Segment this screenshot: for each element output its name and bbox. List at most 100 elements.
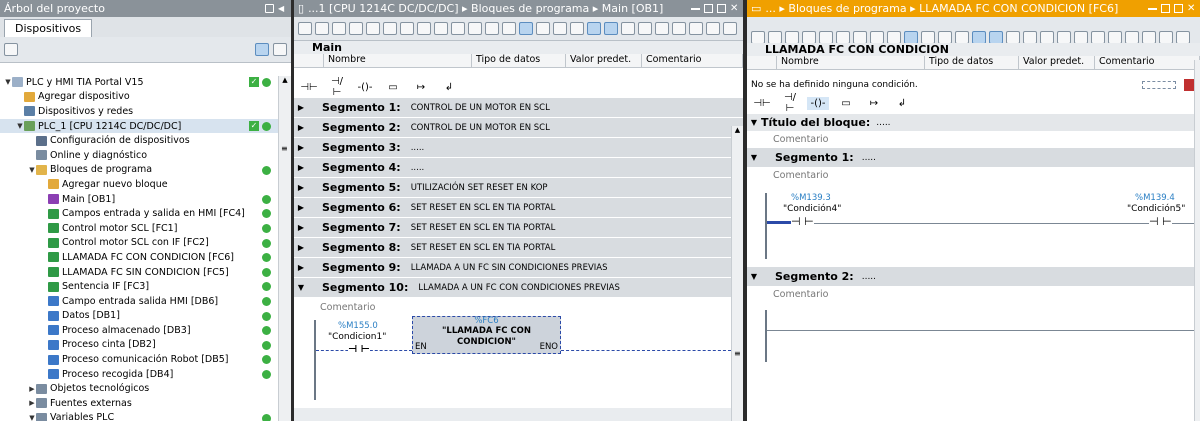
segment-header[interactable]: ▶ Segmento 2: CONTROL DE UN MOTOR EN SCL [294,118,743,138]
segment-header[interactable]: ▶ Segmento 5: UTILIZACIÓN SET RESET EN KOP [294,178,743,198]
segment-title[interactable]: SET RESET EN SCL EN TIA PORTAL [411,203,556,213]
table-view-icon[interactable] [255,43,269,56]
tree-item[interactable]: Main [OB1] [0,192,291,207]
export-icon[interactable] [273,43,287,56]
col-nombre[interactable]: Nombre [777,56,925,69]
toolbar-button-icon[interactable] [332,22,346,35]
tree-item[interactable]: Configuración de dispositivos [0,133,291,148]
toolbar-button-icon[interactable] [519,22,533,35]
collapse-icon[interactable]: ▼ [294,283,308,292]
block-comment[interactable]: Comentario [747,131,1200,148]
expand-toggle-icon[interactable]: ▼ [4,78,12,86]
tree-item[interactable]: ▶ Objetos tecnológicos [0,381,291,396]
tree-item[interactable]: Campo entrada salida HMI [DB6] [0,294,291,309]
contact-1-symbol-icon[interactable]: ⊣ ⊢ [791,215,814,228]
scroll-up-icon[interactable]: ▲ [279,76,291,84]
segment-header[interactable]: ▶ Segmento 7: SET RESET EN SCL EN TIA PORT… [294,218,743,238]
contact-1-name[interactable]: "Condición4" [783,204,841,214]
tree-item[interactable]: ▶ Fuentes externas [0,396,291,411]
block-title-value[interactable]: ..... [876,118,890,128]
toolbar-button-icon[interactable] [604,22,618,35]
coil-icon[interactable]: -()- [354,81,376,94]
contact-nc-icon[interactable]: ⊣/⊢ [326,75,348,99]
tree-item[interactable]: Campos entrada y salida en HMI [FC4] [0,206,291,221]
segment-header[interactable]: ▶ Segmento 6: SET RESET EN SCL EN TIA PORT… [294,198,743,218]
expand-icon[interactable]: ▶ [294,183,308,192]
float-icon[interactable] [704,4,713,13]
tree-item[interactable]: Proceso almacenado [DB3] [0,323,291,338]
expand-toggle-icon[interactable]: ▶ [28,399,36,407]
contact-no-icon[interactable]: ⊣⊢ [298,81,320,94]
tab-dispositivos[interactable]: Dispositivos [4,19,93,37]
segment-1-header[interactable]: ▼ Segmento 1: ..... [747,148,1200,167]
tree-item[interactable]: Proceso comunicación Robot [DB5] [0,352,291,367]
expand-toggle-icon[interactable]: ▶ [28,385,36,393]
contact-no-icon[interactable]: ⊣⊢ [751,97,773,110]
toolbar-button-icon[interactable] [536,22,550,35]
segment-2-comment[interactable]: Comentario [747,286,1200,304]
col-predet[interactable]: Valor predet. [1019,56,1095,69]
contact-2-symbol-icon[interactable]: ⊣ ⊢ [1149,215,1172,228]
condition-field[interactable] [1142,81,1176,89]
segment-10-comment[interactable]: Comentario [294,298,743,313]
collapse-icon[interactable]: ▼ [747,272,761,281]
tree-item[interactable]: Agregar dispositivo [0,90,291,105]
toolbar-button-icon[interactable] [485,22,499,35]
toolbar-button-icon[interactable] [400,22,414,35]
tree-item[interactable]: ▼ Variables PLC [0,411,291,421]
segment-title[interactable]: ..... [411,143,425,153]
toolbar-button-icon[interactable] [417,22,431,35]
toolbar-button-icon[interactable] [366,22,380,35]
expand-toggle-icon[interactable]: ▼ [28,166,36,174]
splitter-handle-icon[interactable]: ≡ [281,144,289,153]
contact-symbol-icon[interactable]: ⊣ ⊢ [348,344,370,355]
pin-icon[interactable] [265,4,274,13]
collapse-icon[interactable]: ▼ [747,118,761,127]
expand-icon[interactable]: ▶ [294,163,308,172]
toolbar-button-icon[interactable] [383,22,397,35]
segment-header[interactable]: ▶ Segmento 1: CONTROL DE UN MOTOR EN SCL [294,98,743,118]
scroll-grip-icon[interactable]: ≡ [734,349,741,358]
segment-title[interactable]: LLAMADA A UN FC SIN CONDICIONES PREVIAS [411,263,608,273]
toolbar-button-icon[interactable] [672,22,686,35]
expand-icon[interactable]: ▶ [294,123,308,132]
editor-scrollbar[interactable]: ▲ ≡ [731,126,743,421]
tree-item[interactable]: LLAMADA FC CON CONDICION [FC6] [0,250,291,265]
grid-view-icon[interactable] [4,43,18,56]
segment-2-title[interactable]: ..... [862,272,876,282]
segment-title[interactable]: UTILIZACIÓN SET RESET EN KOP [411,183,548,193]
minimize-icon[interactable] [691,4,700,10]
tree-item[interactable]: Online y diagnóstico [0,148,291,163]
segment-title[interactable]: SET RESET EN SCL EN TIA PORTAL [411,223,556,233]
tree-item[interactable]: LLAMADA FC SIN CONDICION [FC5] [0,265,291,280]
maximize-icon[interactable] [1174,4,1183,13]
toolbar-button-icon[interactable] [468,22,482,35]
tree-item[interactable]: Proceso recogida [DB4] [0,367,291,382]
interface-splitter[interactable] [294,68,743,76]
open-branch-icon[interactable]: ↦ [410,81,432,94]
col-comentario[interactable]: Comentario [642,54,743,67]
segment-header[interactable]: ▶ Segmento 4:..... [294,158,743,178]
segment-1-title[interactable]: ..... [862,153,876,163]
tree-item[interactable]: Proceso cinta [DB2] [0,338,291,353]
open-branch-icon[interactable]: ↦ [863,97,885,110]
toolbar-button-icon[interactable] [298,22,312,35]
toolbar-button-icon[interactable] [451,22,465,35]
contact-name[interactable]: "Condicion1" [328,332,386,342]
scroll-up-icon[interactable]: ▲ [732,126,743,134]
tree-item[interactable]: Dispositivos y redes [0,104,291,119]
segment-header[interactable]: ▶ Segmento 9: LLAMADA A UN FC SIN CONDICIO… [294,258,743,278]
toolbar-button-icon[interactable] [315,22,329,35]
editor-scrollbar[interactable] [1194,60,1200,421]
toolbar-button-icon[interactable] [502,22,516,35]
tree-scrollbar[interactable]: ▲ ≡ [278,76,291,421]
segment-title[interactable]: ..... [411,163,425,173]
toolbar-button-icon[interactable] [655,22,669,35]
toolbar-button-icon[interactable] [621,22,635,35]
segment-title[interactable]: CONTROL DE UN MOTOR EN SCL [411,123,550,133]
expand-icon[interactable]: ▶ [294,143,308,152]
close-icon[interactable]: ✕ [730,4,739,14]
tree-item[interactable]: Agregar nuevo bloque [0,177,291,192]
toolbar-button-icon[interactable] [349,22,363,35]
expand-icon[interactable]: ▶ [294,203,308,212]
